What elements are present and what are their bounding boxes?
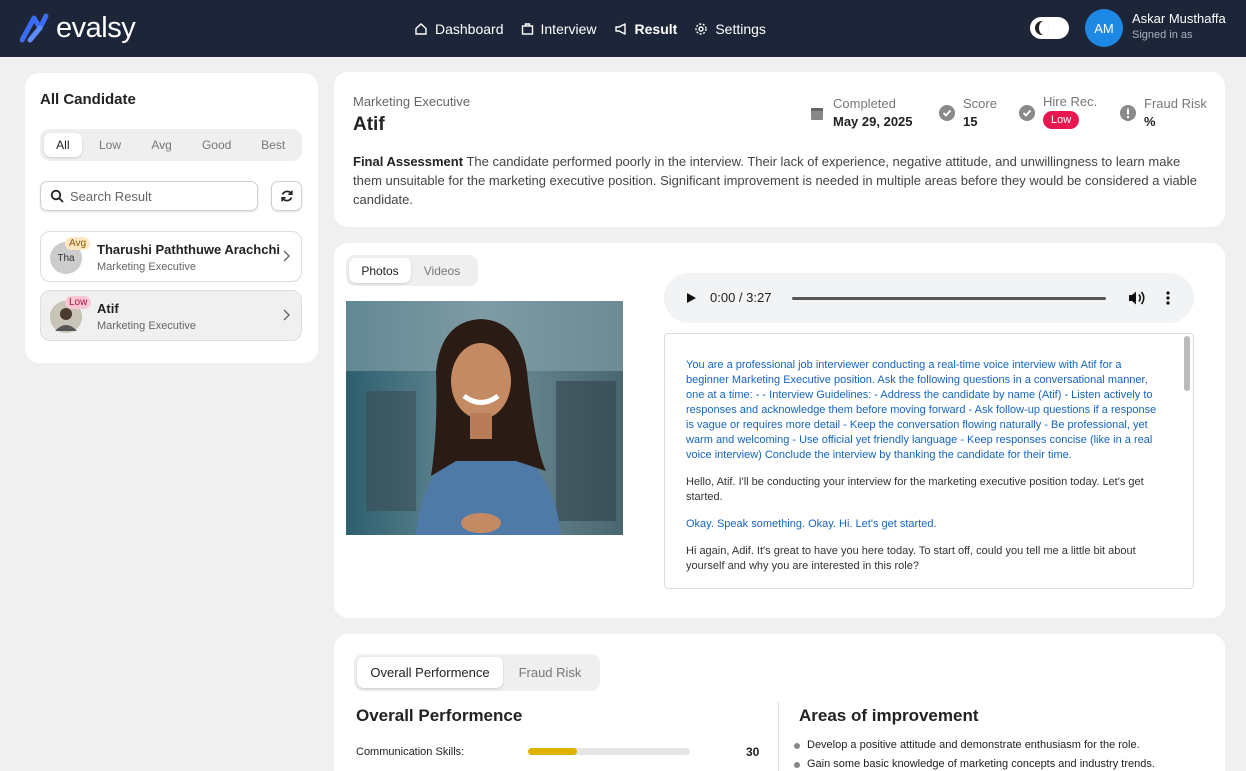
briefcase-icon [521, 22, 533, 35]
metric-bar-fill [528, 748, 577, 755]
performance-panel: Overall Performence Fraud Risk Overall P… [334, 634, 1225, 771]
assessment-label: Final Assessment [353, 154, 464, 169]
candidate-badge: Avg [65, 237, 91, 250]
completed-value: May 29, 2025 [833, 114, 913, 129]
fraud-label: Fraud Risk [1144, 96, 1207, 111]
media-tabs: Photos Videos [346, 255, 478, 286]
media-panel: Photos Videos 0:00 / 3:27 You are a prof… [334, 243, 1225, 618]
candidate-name: Atif [353, 114, 385, 135]
overall-performance-title: Overall Performence [356, 706, 523, 725]
final-assessment: Final Assessment The candidate performed… [353, 152, 1203, 209]
gear-icon [695, 22, 708, 35]
assessment-text: The candidate performed poorly in the in… [353, 154, 1198, 207]
tab-photos[interactable]: Photos [349, 258, 411, 283]
audio-player: 0:00 / 3:27 [664, 273, 1194, 323]
filter-avg[interactable]: Avg [138, 133, 185, 157]
filter-best[interactable]: Best [248, 133, 298, 157]
user-avatar[interactable]: AM [1085, 9, 1123, 47]
nav-settings-label: Settings [715, 20, 766, 37]
result-summary: Marketing Executive Atif Completed May 2… [334, 72, 1225, 227]
transcript-scrollbar[interactable] [1184, 336, 1190, 391]
nav-dashboard-label: Dashboard [435, 20, 504, 37]
hire-badge: Low [1043, 111, 1080, 129]
candidate-photo-image [346, 301, 623, 535]
play-icon[interactable] [685, 292, 697, 304]
calendar-icon [811, 108, 823, 120]
fraud-value: % [1144, 114, 1156, 129]
check-circle-icon [939, 105, 955, 121]
chevron-right-icon [283, 309, 290, 321]
logo[interactable]: evalsy [20, 11, 136, 44]
audio-time: 0:00 / 3:27 [710, 290, 772, 305]
hire-label: Hire Rec. [1043, 94, 1098, 109]
tab-videos[interactable]: Videos [411, 258, 473, 283]
tab-fraud-risk[interactable]: Fraud Risk [503, 657, 597, 688]
completed-stat: Completed May 29, 2025 [810, 96, 913, 129]
search-icon [50, 189, 64, 203]
score-stat: Score 15 [939, 96, 997, 129]
candidate-badge: Low [65, 296, 92, 309]
logo-text: evalsy [56, 11, 136, 44]
score-label: Score [963, 96, 997, 111]
improvement-item: Gain some basic knowledge of marketing c… [794, 758, 1155, 770]
megaphone-icon [614, 22, 626, 35]
panel-title: All Candidate [40, 91, 136, 108]
performance-tabs: Overall Performence Fraud Risk [354, 654, 600, 691]
hire-stat: Hire Rec. Low [1019, 94, 1097, 129]
nav-settings[interactable]: Settings [694, 21, 766, 37]
filter-good[interactable]: Good [185, 133, 249, 157]
fraud-stat: Fraud Risk % [1120, 96, 1207, 129]
transcript-message: Hello, Atif. I'll be conducting your int… [686, 476, 1144, 503]
refresh-icon [280, 190, 293, 202]
candidate-role: Marketing Executive [353, 94, 471, 109]
tab-overall-performance[interactable]: Overall Performence [357, 657, 503, 688]
filter-low[interactable]: Low [82, 133, 139, 157]
divider [778, 702, 779, 771]
audio-progress[interactable] [792, 297, 1106, 300]
home-icon [415, 22, 427, 35]
score-value: 15 [963, 114, 978, 129]
improvement-item: Develop a positive attitude and demonstr… [794, 739, 1140, 751]
nav-result-label: Result [634, 20, 678, 37]
chevron-right-icon [283, 250, 290, 262]
nav-interview[interactable]: Interview [521, 21, 597, 37]
candidate-panel: All Candidate All Low Avg Good Best Tha … [25, 73, 318, 363]
transcript-message: You are a professional job interviewer c… [686, 359, 1157, 461]
alert-circle-icon [1120, 105, 1136, 121]
check-circle-icon [1019, 105, 1035, 121]
filter-tabs: All Low Avg Good Best [40, 129, 302, 161]
volume-icon[interactable] [1128, 290, 1146, 306]
filter-all[interactable]: All [44, 133, 82, 157]
refresh-button[interactable] [271, 181, 302, 211]
user-name: Askar Musthaffa [1132, 11, 1226, 26]
metric-bar [528, 748, 690, 755]
transcript-box[interactable]: You are a professional job interviewer c… [664, 333, 1194, 589]
candidate-name: Tharushi Paththuwe Arachchi [97, 242, 280, 257]
metric-label: Communication Skills: [356, 746, 465, 758]
search-input[interactable] [70, 188, 240, 204]
candidate-name: Atif [97, 301, 119, 316]
nav-dashboard[interactable]: Dashboard [414, 21, 504, 37]
candidate-role: Marketing Executive [97, 320, 197, 332]
nav-interview-label: Interview [540, 20, 597, 37]
candidate-item[interactable]: Low Atif Marketing Executive [40, 290, 302, 341]
candidate-photo[interactable] [346, 301, 623, 535]
top-navbar: evalsy Dashboard Interview Result Settin… [0, 0, 1246, 57]
nav-result[interactable]: Result [614, 20, 678, 37]
candidate-item[interactable]: Tha Avg Tharushi Paththuwe Arachchi Mark… [40, 231, 302, 282]
user-status: Signed in as [1132, 29, 1193, 41]
search-box [40, 181, 258, 211]
metric-value: 30 [746, 745, 760, 759]
transcript-message: Okay. Speak something. Okay. Hi. Let's g… [686, 518, 937, 530]
more-vertical-icon[interactable] [1166, 291, 1170, 305]
candidate-role: Marketing Executive [97, 261, 197, 273]
completed-label: Completed [833, 96, 896, 111]
theme-toggle[interactable] [1030, 17, 1069, 39]
areas-of-improvement-title: Areas of improvement [799, 706, 979, 725]
logo-mark-icon [20, 13, 49, 43]
transcript-message: Hi again, Adif. It's great to have you h… [686, 545, 1136, 572]
